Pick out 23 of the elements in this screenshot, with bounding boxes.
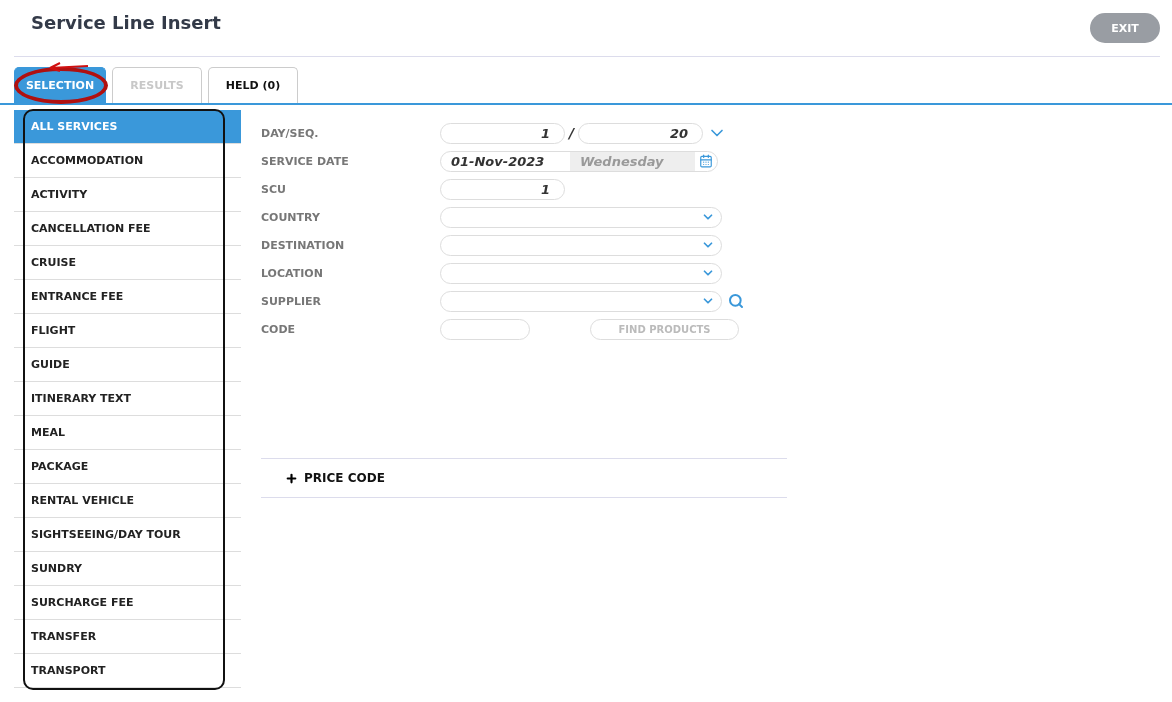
input-field[interactable] <box>440 318 530 340</box>
separator-text: / <box>569 125 575 141</box>
field-label: SCU <box>261 182 287 196</box>
field-label: CODE <box>261 322 297 336</box>
weekday-value: Wednesday <box>570 151 695 171</box>
search-icon[interactable] <box>728 293 744 309</box>
input-field[interactable]: 1 <box>440 122 565 144</box>
input-field[interactable]: 20 <box>578 122 704 144</box>
annotation-arrow <box>48 62 90 72</box>
field-label: DAY/SEQ. <box>261 126 320 140</box>
calendar-icon[interactable] <box>699 154 713 168</box>
field-label: SERVICE DATE <box>261 154 350 168</box>
field-label: COUNTRY <box>261 210 321 224</box>
price-code-bar[interactable]: PRICE CODE <box>261 458 787 498</box>
field-label: DESTINATION <box>261 238 346 252</box>
input-field[interactable]: 1 <box>440 178 565 200</box>
date-value: 01-Nov-2023 <box>450 153 546 169</box>
page-title: Service Line Insert <box>31 11 221 33</box>
field-label: SUPPLIER <box>261 294 323 308</box>
tab[interactable]: HELD (0) <box>208 67 298 103</box>
plus-icon[interactable] <box>285 471 298 485</box>
price-code-label: PRICE CODE <box>304 471 385 485</box>
field-label: LOCATION <box>261 266 324 280</box>
